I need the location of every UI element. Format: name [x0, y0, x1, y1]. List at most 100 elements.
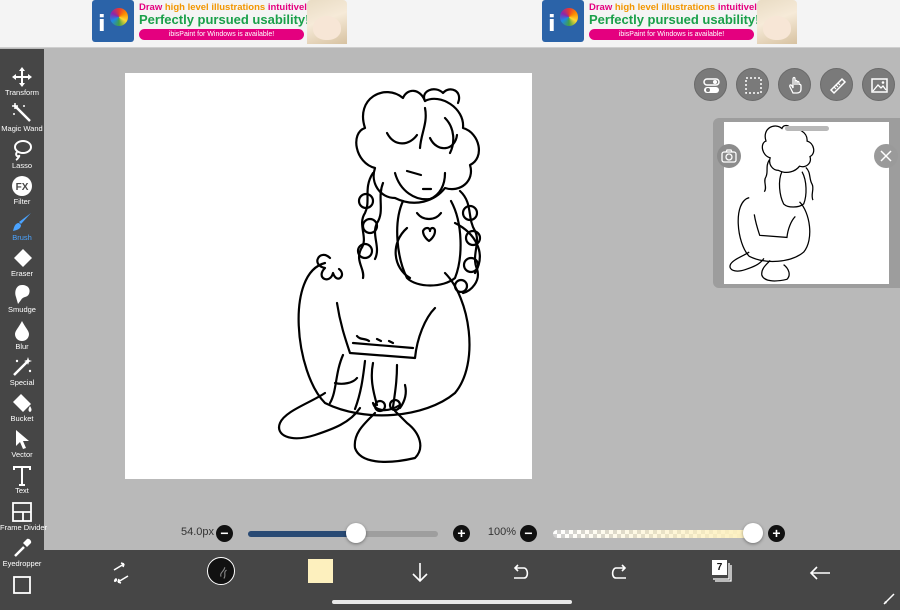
opacity-thumb[interactable] — [743, 523, 763, 543]
color-swatch-button[interactable] — [308, 559, 333, 583]
ad-pill: ibisPaint for Windows is available! — [589, 29, 754, 40]
back-button[interactable] — [805, 558, 835, 588]
ad-item[interactable]: i Draw high level illustrations intuitiv… — [92, 0, 362, 44]
tool-eraser[interactable]: Eraser — [0, 246, 44, 282]
tool-label: Smudge — [8, 305, 36, 314]
navigator-camera-button[interactable] — [717, 144, 741, 168]
tool-label: Eyedropper — [2, 559, 42, 568]
tool-blur[interactable]: Blur — [0, 319, 44, 355]
brush-size-value: 54.0px — [180, 526, 214, 538]
brush-icon — [13, 213, 31, 231]
tool-bucket[interactable]: Bucket — [0, 391, 44, 427]
eraser-icon — [14, 249, 32, 267]
navigator-panel[interactable] — [713, 118, 900, 288]
drop-icon — [15, 321, 29, 341]
back-icon — [809, 566, 830, 580]
ruler-icon — [829, 77, 847, 95]
tool-label: Frame Divider — [0, 523, 48, 532]
selection-button[interactable] — [736, 68, 769, 101]
reference-image-button[interactable] — [862, 68, 895, 101]
frame-icon — [13, 576, 31, 594]
tool-label: Lasso — [11, 161, 32, 170]
tool-label: Brush — [12, 233, 32, 242]
magic-wand-icon — [12, 103, 31, 122]
pencil-corner-icon — [883, 593, 895, 605]
opacity-decrease-button[interactable]: − — [520, 525, 537, 542]
download-button[interactable] — [405, 558, 435, 588]
ruler-button[interactable] — [820, 68, 853, 101]
brush-size-slider[interactable] — [248, 531, 438, 537]
tool-frame-divider[interactable]: Frame Divider — [0, 500, 48, 536]
navigator-close-button[interactable] — [874, 144, 898, 168]
frame-icon — [12, 502, 32, 522]
brush-size-decrease-button[interactable]: − — [216, 525, 233, 542]
tool-filter[interactable]: FX Filter — [0, 174, 44, 210]
ibispaint-logo: i — [542, 0, 584, 42]
ad-character-image — [757, 0, 797, 44]
selection-icon — [745, 77, 762, 94]
toggle-icon — [703, 78, 720, 93]
tool-label: Text — [15, 486, 29, 495]
tool-transform[interactable]: Transform — [0, 65, 44, 101]
home-indicator[interactable] — [332, 600, 572, 604]
thumbnail-drawing — [729, 124, 815, 282]
tool-lasso[interactable]: Lasso — [0, 138, 44, 174]
ad-tagline: Perfectly pursued usability! — [139, 12, 310, 27]
tool-brush[interactable]: Brush — [0, 210, 44, 246]
tool-label: Blur — [15, 342, 29, 351]
tool-label: Filter — [13, 197, 31, 206]
navigator-drag-handle[interactable] — [785, 126, 829, 131]
tool-more[interactable] — [0, 573, 44, 609]
text-icon — [13, 466, 31, 486]
tool-magic-wand[interactable]: Magic Wand — [0, 101, 44, 137]
ad-banner[interactable]: i Draw high level illustrations intuitiv… — [0, 0, 900, 48]
undo-button[interactable] — [505, 558, 535, 588]
drawing-canvas[interactable] — [125, 73, 532, 479]
ad-character-image — [307, 0, 347, 44]
tool-special[interactable]: Special — [0, 355, 44, 391]
tool-eyedropper[interactable]: Eyedropper — [0, 536, 44, 572]
tool-vector[interactable]: Vector — [0, 427, 44, 463]
navigator-thumbnail[interactable] — [724, 122, 889, 284]
opacity-slider[interactable] — [553, 530, 753, 538]
smudge-icon — [15, 285, 30, 304]
cursor-icon — [16, 430, 29, 449]
swap-icon — [113, 562, 129, 584]
tool-label: Vector — [11, 450, 33, 459]
image-icon — [871, 78, 888, 93]
eyedropper-icon — [14, 538, 32, 557]
hand-icon — [789, 76, 802, 94]
ad-tagline: Perfectly pursued usability! — [589, 12, 760, 27]
hand-button[interactable] — [778, 68, 811, 101]
layer-toggle-button[interactable] — [694, 68, 727, 101]
redo-button[interactable] — [605, 558, 635, 588]
brush-size-increase-button[interactable]: + — [453, 525, 470, 542]
move-icon — [12, 67, 32, 87]
brush-preview-button[interactable] — [207, 557, 235, 585]
opacity-increase-button[interactable]: + — [768, 525, 785, 542]
undo-icon — [513, 564, 529, 579]
layers-button[interactable]: 7 — [710, 559, 734, 583]
sparkle-icon — [13, 357, 32, 376]
tool-label: Magic Wand — [1, 124, 43, 133]
ad-item[interactable]: i Draw high level illustrations intuitiv… — [542, 0, 812, 44]
lasso-icon — [14, 140, 32, 161]
camera-icon — [721, 149, 737, 163]
tool-smudge[interactable]: Smudge — [0, 282, 44, 318]
redo-icon — [611, 564, 627, 579]
brush-size-fill — [248, 531, 357, 537]
layer-count-badge: 7 — [712, 560, 727, 575]
ad-pill: ibisPaint for Windows is available! — [139, 29, 304, 40]
swap-button[interactable] — [106, 558, 136, 588]
brush-preview-icon — [220, 567, 227, 579]
opacity-value: 100% — [487, 526, 516, 538]
tool-text[interactable]: Text — [0, 463, 44, 499]
tool-sidebar: Transform Magic Wand Lasso FX Filter Bru… — [0, 49, 48, 610]
tool-label: Special — [9, 378, 35, 387]
brush-size-thumb[interactable] — [346, 523, 367, 543]
tool-label: Transform — [5, 88, 39, 97]
fx-icon: FX — [12, 176, 32, 196]
close-icon — [880, 150, 892, 162]
line-art-illustration — [277, 88, 482, 463]
bottom-toolbar: 7 — [44, 550, 900, 610]
